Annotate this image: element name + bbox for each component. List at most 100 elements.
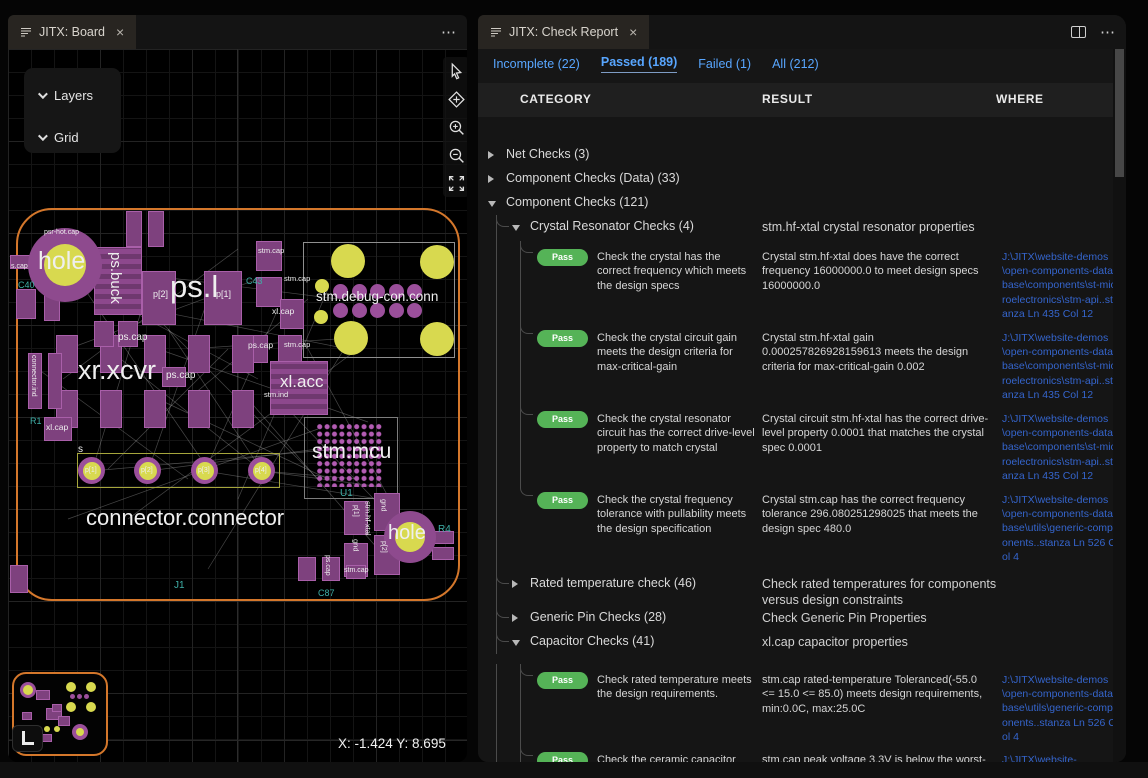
report-tabbar: JITX: Check Report × ⋯ — [478, 15, 1126, 49]
window-bottom-strip — [0, 762, 1148, 778]
report-icon — [20, 27, 32, 38]
debug-pin-pad — [352, 303, 367, 318]
pass-badge: Pass — [537, 492, 588, 509]
expand-twisty-icon[interactable] — [512, 614, 518, 622]
tree-guide-curve — [520, 403, 533, 415]
filter-tab-failed[interactable]: Failed (1) — [698, 57, 751, 71]
board-label: stm.cap — [284, 341, 310, 349]
category-row[interactable]: Generic Pin Checks (28) Check Generic Pin… — [478, 606, 1126, 630]
filter-tab-all[interactable]: All (212) — [772, 57, 819, 71]
tree-guide-curve — [520, 241, 533, 253]
check-result: Crystal stm.hf-xtal does have the correc… — [762, 250, 990, 293]
category-label: Net Checks (3) — [506, 147, 589, 161]
component-footprint — [10, 565, 28, 593]
board-label: hole — [38, 249, 85, 274]
tab-jitx-board[interactable]: JITX: Board × — [8, 15, 136, 49]
category-label: Generic Pin Checks (28) — [530, 610, 666, 624]
board-viewport[interactable]: psr-hot.capholeps.buckp[2]ps.lp[1]C40s.c… — [8, 49, 467, 762]
board-label: R1 — [30, 417, 42, 426]
pass-badge: Pass — [537, 411, 588, 428]
category-row[interactable]: Component Checks (Data) (33) — [478, 167, 1126, 191]
tree-guide-line — [520, 322, 521, 403]
minimap-feature — [66, 682, 76, 692]
board-label: C87 — [318, 589, 335, 598]
zoom-out-icon[interactable] — [445, 144, 467, 166]
board-label: hole — [388, 523, 426, 543]
select-cursor-icon[interactable] — [445, 60, 467, 82]
tree-guide-curve — [496, 606, 509, 618]
collapse-twisty-icon[interactable] — [512, 640, 520, 646]
minimap-feature — [23, 685, 33, 695]
cursor-coordinates: X: -1.424 Y: 8.695 — [338, 736, 446, 751]
zoom-fit-icon[interactable] — [445, 172, 467, 194]
board-label: p[2] — [141, 467, 153, 474]
board-label: psr-hot.cap — [44, 229, 79, 236]
component-footprint — [144, 390, 166, 428]
where-link[interactable]: J:\JITX\website-demos\open-components-da… — [1002, 412, 1116, 483]
check-result: Crystal stm.cap has the correct frequenc… — [762, 493, 990, 536]
tree-guide-curve — [496, 215, 509, 227]
tree-guide-curve — [520, 744, 533, 756]
category-label: Crystal Resonator Checks (4) — [530, 219, 694, 233]
minimap-feature — [44, 726, 50, 732]
board-label: C40 — [18, 281, 35, 290]
board-label: stm.debug-con.conn — [316, 290, 438, 304]
category-row[interactable]: Rated temperature check (46)Check rated … — [478, 572, 1126, 606]
category-row[interactable]: Component Checks (121) — [478, 191, 1126, 215]
board-label: p[2] — [153, 290, 168, 299]
pan-move-icon[interactable] — [445, 88, 467, 110]
filter-tab-passed[interactable]: Passed (189) — [601, 55, 677, 73]
layers-toggle[interactable]: Layers — [38, 80, 121, 110]
close-icon[interactable]: × — [116, 24, 124, 40]
where-link[interactable]: J:\JITX\website-demos\open-components-da… — [1002, 493, 1116, 564]
category-row[interactable]: Net Checks (3) — [478, 143, 1126, 167]
expand-twisty-icon[interactable] — [488, 151, 494, 159]
through-hole-pad — [331, 244, 365, 278]
scrollbar-thumb[interactable] — [1115, 49, 1124, 177]
collapse-twisty-icon[interactable] — [512, 225, 520, 231]
board-label: J1 — [174, 581, 185, 591]
tree-guide-line — [520, 241, 521, 322]
check-description: Check the crystal circuit gain meets the… — [597, 331, 757, 374]
zoom-in-icon[interactable] — [445, 116, 467, 138]
tree-guide-curve — [496, 630, 509, 642]
more-actions-icon[interactable]: ⋯ — [1100, 23, 1116, 41]
filter-tab-incomplete[interactable]: Incomplete (22) — [493, 57, 580, 71]
tab-jitx-check-report[interactable]: JITX: Check Report × — [478, 15, 649, 49]
category-label: Capacitor Checks (41) — [530, 634, 654, 648]
tree-guide-line — [496, 484, 497, 572]
board-label: p[3] — [198, 467, 210, 474]
through-hole-pad — [314, 310, 328, 324]
check-description: Check the ceramic capacitor — [597, 753, 757, 762]
category-row[interactable]: Capacitor Checks (41)xl.cap capacitor pr… — [478, 630, 1126, 654]
check-row: PassCheck the crystal resonator circuit … — [478, 403, 1126, 484]
where-link[interactable]: J:\JITX\website-demos\open-components-da… — [1002, 673, 1116, 744]
grid-toggle[interactable]: Grid — [38, 122, 121, 152]
collapse-twisty-icon[interactable] — [488, 201, 496, 207]
check-result: Crystal stm.hf-xtal gain 0.0002578269281… — [762, 331, 990, 374]
where-link[interactable]: J:\JITX\website- — [1002, 753, 1116, 762]
check-row: PassCheck the ceramic capacitorstm.cap p… — [478, 744, 1126, 762]
board-label: stm.hf-xtal — [364, 501, 372, 536]
tree-guide-curve — [520, 664, 533, 676]
report-rows: Net Checks (3) Component Checks (Data) (3… — [478, 117, 1126, 762]
through-hole-pad — [334, 321, 368, 355]
pass-badge: Pass — [537, 672, 588, 689]
category-row[interactable]: Crystal Resonator Checks (4)stm.hf-xtal … — [478, 215, 1126, 241]
expand-twisty-icon[interactable] — [488, 175, 494, 183]
split-editor-icon[interactable] — [1071, 26, 1086, 38]
expand-twisty-icon[interactable] — [512, 580, 518, 588]
board-label: R4 — [438, 525, 451, 535]
board-label: xl.acc — [280, 373, 323, 390]
scrollbar-track[interactable] — [1113, 49, 1126, 762]
board-label: C43 — [246, 277, 263, 286]
where-link[interactable]: J:\JITX\website-demos\open-components-da… — [1002, 331, 1116, 402]
close-icon[interactable]: × — [629, 24, 637, 40]
component-footprint — [232, 390, 254, 428]
chevron-down-icon — [38, 131, 48, 141]
minimap-feature — [52, 704, 62, 712]
more-actions-icon[interactable]: ⋯ — [441, 23, 457, 41]
tab-title: JITX: Check Report — [509, 25, 618, 39]
where-link[interactable]: J:\JITX\website-demos\open-components-da… — [1002, 250, 1116, 321]
category-result: Check Generic Pin Properties — [762, 610, 1012, 626]
